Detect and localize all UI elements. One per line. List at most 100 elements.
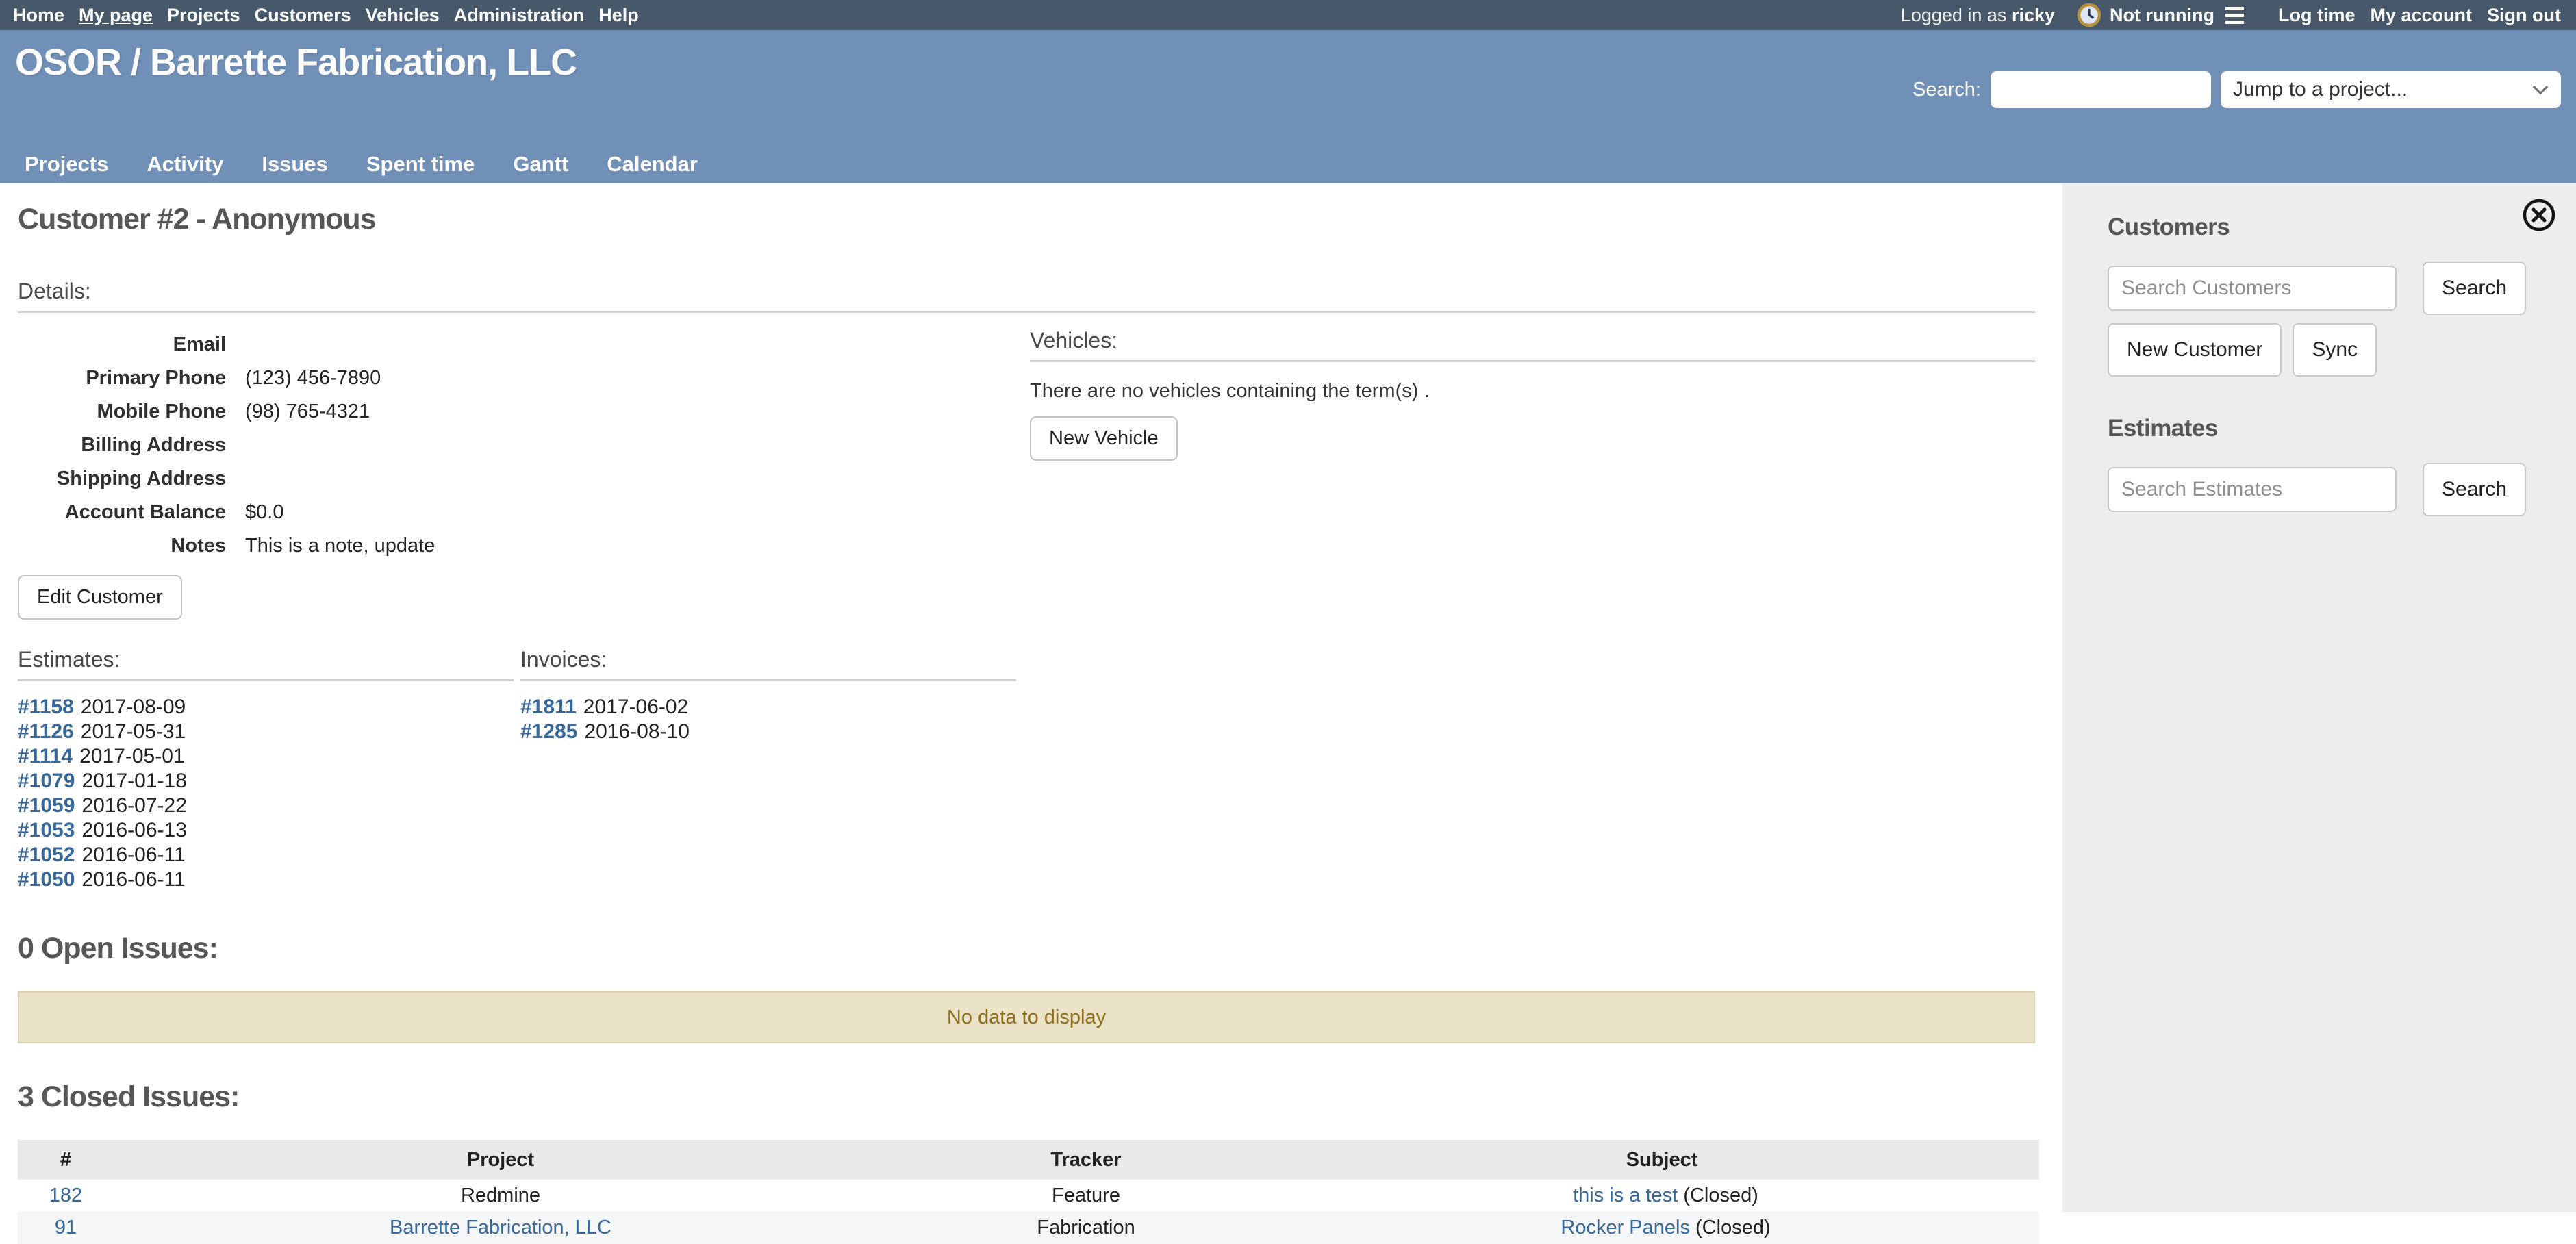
detail-label: Mobile Phone <box>18 401 226 423</box>
edit-customer-button[interactable]: Edit Customer <box>18 575 182 620</box>
issues-table-header: Project <box>114 1140 887 1180</box>
main-nav-item[interactable]: Calendar <box>607 152 698 177</box>
detail-row: Account Balance $0.0 <box>18 496 1030 529</box>
estimates-section: Estimates: #1158 2017-08-09 <box>18 647 514 892</box>
page-title: Customer #2 - Anonymous <box>18 203 2035 236</box>
estimate-link[interactable]: #1052 <box>18 843 75 867</box>
invoice-row: #1285 2016-08-10 <box>520 720 1016 744</box>
issue-project[interactable]: Redmine <box>461 1184 540 1206</box>
detail-label: Account Balance <box>18 501 226 524</box>
issue-project[interactable]: Barrette Fabrication, LLC <box>390 1217 611 1239</box>
app-header: OSOR / Barrette Fabrication, LLC Search:… <box>0 30 2576 183</box>
issue-tracker: Fabrication <box>887 1212 1285 1244</box>
invoice-link[interactable]: #1285 <box>520 720 577 744</box>
estimate-link[interactable]: #1158 <box>18 696 74 719</box>
estimate-link[interactable]: #1079 <box>18 770 75 793</box>
account-link[interactable]: My account <box>2370 5 2472 26</box>
estimates-section-label: Estimates: <box>18 647 514 672</box>
search-customers-input[interactable] <box>2108 266 2397 311</box>
detail-row: Billing Address <box>18 429 1030 462</box>
quick-search-input[interactable] <box>1991 71 2211 108</box>
estimates-search-button[interactable]: Search <box>2423 463 2526 516</box>
new-vehicle-button[interactable]: New Vehicle <box>1030 416 1178 461</box>
time-entries-list-icon[interactable] <box>2225 7 2244 24</box>
details-section-label: Details: <box>18 279 2035 304</box>
estimate-date: 2017-05-01 <box>79 745 184 768</box>
invoice-link[interactable]: #1811 <box>520 696 577 719</box>
estimate-link[interactable]: #1114 <box>18 745 73 768</box>
vehicles-empty-text: There are no vehicles containing the ter… <box>1030 380 2035 403</box>
top-menu-item[interactable]: Home <box>13 5 64 26</box>
issue-row: 182 Redmine Feature this is a test (Clos… <box>18 1180 2039 1212</box>
username-link[interactable]: ricky <box>2012 5 2055 25</box>
estimate-date: 2016-06-11 <box>81 843 185 867</box>
issues-table-header: Tracker <box>887 1140 1285 1180</box>
close-sidebar-button[interactable] <box>2521 197 2557 233</box>
estimate-link[interactable]: #1053 <box>18 819 75 842</box>
customers-search-row: Search <box>2108 262 2555 315</box>
issue-row: 91 Barrette Fabrication, LLC Fabrication… <box>18 1212 2039 1244</box>
search-estimates-input[interactable] <box>2108 467 2397 512</box>
estimate-date: 2017-01-18 <box>81 770 186 793</box>
issue-subject-link[interactable]: Rocker Panels <box>1561 1217 1690 1239</box>
invoices-section-label: Invoices: <box>520 647 1016 672</box>
estimate-row: #1126 2017-05-31 <box>18 720 514 744</box>
jump-to-project-value: Jump to a project... <box>2233 78 2408 101</box>
closed-issues-heading: 3 Closed Issues: <box>18 1080 2035 1114</box>
invoice-date: 2016-08-10 <box>584 720 689 744</box>
detail-label: Notes <box>18 535 226 557</box>
main-nav-item[interactable]: Issues <box>262 152 328 177</box>
logged-in-prefix: Logged in as <box>1901 5 2007 25</box>
detail-value: $0.0 <box>245 501 283 524</box>
detail-row: Shipping Address <box>18 462 1030 496</box>
estimate-link[interactable]: #1059 <box>18 794 75 817</box>
customers-search-button[interactable]: Search <box>2423 262 2526 315</box>
chevron-down-icon <box>2533 79 2549 95</box>
issue-id-link[interactable]: 91 <box>55 1217 77 1239</box>
detail-row: Mobile Phone (98) 765-4321 <box>18 395 1030 429</box>
detail-value: This is a note, update <box>245 535 435 557</box>
estimate-link[interactable]: #1126 <box>18 720 74 744</box>
main-nav-item[interactable]: Projects <box>25 152 108 177</box>
search-label: Search: <box>1912 79 1981 101</box>
issues-table-header: Subject <box>1285 1140 2039 1180</box>
estimate-date: 2016-06-11 <box>81 868 185 891</box>
closed-issues-table: #ProjectTrackerSubject 182 Redmine Featu… <box>18 1140 2039 1244</box>
main-nav-item[interactable]: Gantt <box>513 152 568 177</box>
jump-to-project-select[interactable]: Jump to a project... <box>2221 71 2561 108</box>
main-nav-item[interactable]: Activity <box>147 152 223 177</box>
content-area: Customer #2 - Anonymous Details: Email <box>0 183 2576 1212</box>
main-column: Customer #2 - Anonymous Details: Email <box>0 183 2062 1212</box>
account-link[interactable]: Log time <box>2278 5 2356 26</box>
no-data-box: No data to display <box>18 991 2035 1043</box>
issue-id-link[interactable]: 182 <box>49 1184 82 1206</box>
top-menu-item[interactable]: Help <box>598 5 639 26</box>
detail-label: Primary Phone <box>18 367 226 390</box>
top-menu-item[interactable]: My page <box>79 5 153 26</box>
app-title: OSOR / Barrette Fabrication, LLC <box>15 41 577 84</box>
divider <box>520 679 1016 681</box>
top-menu-item[interactable]: Projects <box>167 5 240 26</box>
top-menu-item[interactable]: Administration <box>454 5 585 26</box>
estimate-row: #1053 2016-06-13 <box>18 818 514 843</box>
detail-row: Notes This is a note, update <box>18 529 1030 563</box>
estimate-link[interactable]: #1050 <box>18 868 75 891</box>
issues-table-header: # <box>18 1140 114 1180</box>
timer-status: Not running <box>2110 5 2214 26</box>
estimate-date: 2016-06-13 <box>81 819 186 842</box>
main-nav: Projects Activity Issues Spent time Gantt Cal… <box>25 152 698 177</box>
account-link[interactable]: Sign out <box>2487 5 2561 26</box>
issues-table-body: 182 Redmine Feature this is a test (Clos… <box>18 1180 2039 1244</box>
detail-row: Primary Phone (123) 456-7890 <box>18 361 1030 395</box>
vehicles-column: Vehicles: There are no vehicles containi… <box>1030 313 2035 892</box>
main-nav-item[interactable]: Spent time <box>366 152 475 177</box>
sync-button[interactable]: Sync <box>2293 323 2377 377</box>
detail-label: Email <box>18 333 226 356</box>
estimate-row: #1050 2016-06-11 <box>18 867 514 892</box>
new-customer-button[interactable]: New Customer <box>2108 323 2282 377</box>
top-menu-item[interactable]: Customers <box>255 5 351 26</box>
page-root: Home My page Projects Customers Vehicles Admi… <box>0 0 2576 1212</box>
top-menu-item[interactable]: Vehicles <box>366 5 440 26</box>
estimates-invoices-columns: Estimates: #1158 2017-08-09 <box>18 647 1030 892</box>
issue-subject-link[interactable]: this is a test <box>1573 1184 1678 1206</box>
